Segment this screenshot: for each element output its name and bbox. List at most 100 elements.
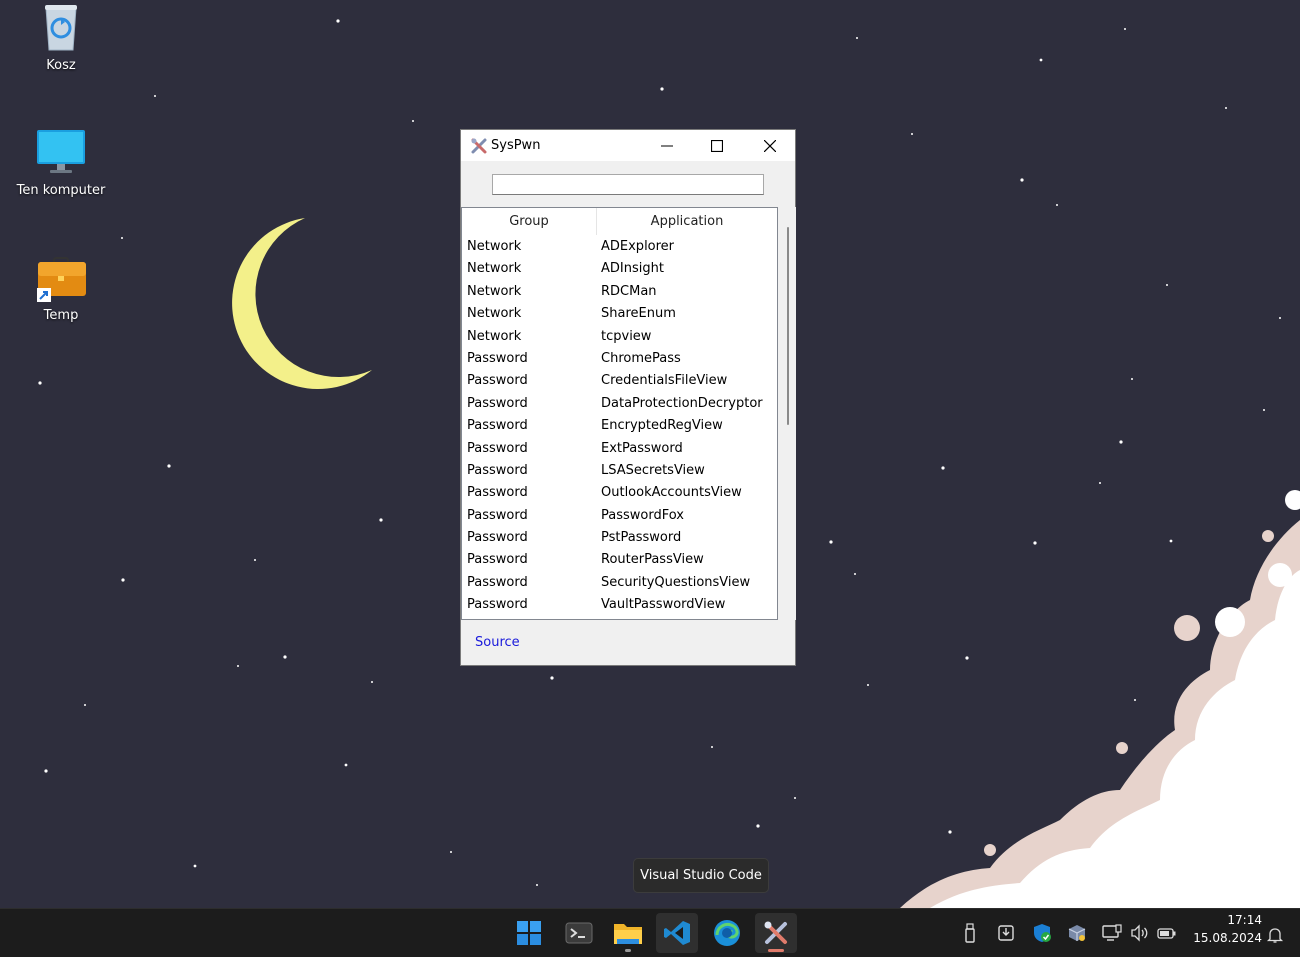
desktop-icon-recycle-bin[interactable]: Kosz: [16, 2, 106, 74]
clock-date: 15.08.2024: [1193, 931, 1262, 945]
scrollbar-thumb[interactable]: [787, 227, 789, 425]
title-bar[interactable]: SysPwn: [461, 130, 795, 161]
syspwn-icon: [470, 137, 488, 155]
defender-icon[interactable]: [1032, 923, 1052, 943]
list-header: Group Application: [462, 208, 777, 235]
taskbar-terminal[interactable]: [558, 913, 600, 953]
download-icon[interactable]: [996, 923, 1016, 943]
system-clock[interactable]: 17:14 15.08.2024: [1186, 911, 1262, 947]
list-item[interactable]: Network ADInsight: [462, 258, 777, 280]
group-cell: Password: [467, 552, 528, 568]
syspwn-window: SysPwn Group Application Network ADExplor…: [460, 129, 796, 666]
start-button[interactable]: [508, 913, 550, 953]
taskbar-tooltip: Visual Studio Code: [633, 858, 769, 893]
recycle-bin-icon: [35, 2, 87, 54]
group-cell: Password: [467, 574, 528, 590]
usb-icon[interactable]: [960, 923, 980, 943]
application-list[interactable]: Group Application Network ADExplorer Netw…: [461, 207, 778, 620]
list-item[interactable]: Password OutlookAccountsView: [462, 482, 777, 504]
list-item[interactable]: Password CredentialsFileView: [462, 370, 777, 392]
desktop-icon-label: Kosz: [46, 58, 76, 73]
list-item[interactable]: Password ExtPassword: [462, 438, 777, 460]
package-icon[interactable]: [1067, 923, 1087, 943]
source-link[interactable]: Source: [475, 635, 520, 650]
battery-icon[interactable]: [1157, 923, 1177, 943]
column-header-group[interactable]: Group: [462, 208, 597, 235]
maximize-icon: [711, 139, 723, 152]
group-cell: Network: [467, 239, 522, 254]
group-cell: Password: [467, 395, 528, 411]
application-cell: SecurityQuestionsView: [601, 574, 751, 590]
notification-bell-icon[interactable]: [1266, 926, 1284, 948]
list-item[interactable]: Password VaultPasswordView: [462, 594, 777, 616]
group-cell: Network: [467, 328, 522, 344]
group-cell: Password: [467, 440, 528, 456]
clock-time: 17:14: [1227, 913, 1262, 927]
desktop-icon-this-pc[interactable]: Ten komputer: [16, 127, 106, 199]
network-icon[interactable]: [1102, 923, 1122, 943]
list-item[interactable]: Password LSASecretsView: [462, 460, 777, 482]
running-indicator: [625, 949, 631, 952]
volume-icon[interactable]: [1130, 923, 1150, 943]
application-cell: tcpview: [601, 328, 652, 344]
file-explorer-icon: [614, 924, 642, 944]
application-cell: VaultPasswordView: [601, 597, 726, 613]
list-item[interactable]: Password ChromePass: [462, 348, 777, 370]
list-rows: Network ADExplorer Network ADInsight Netwo…: [462, 236, 777, 617]
list-item[interactable]: Password SecurityQuestionsView: [462, 572, 777, 594]
syspwn-icon: [764, 921, 787, 944]
list-item[interactable]: Password RouterPassView: [462, 549, 777, 571]
group-cell: Network: [467, 283, 522, 299]
window-title: SysPwn: [491, 138, 541, 153]
application-cell: RDCMan: [601, 283, 657, 299]
active-indicator: [768, 949, 784, 952]
group-cell: Password: [467, 485, 528, 501]
group-cell: Network: [467, 261, 522, 277]
taskbar-syspwn[interactable]: [755, 913, 797, 953]
folder-shortcut-icon: [35, 252, 87, 304]
application-cell: RouterPassView: [601, 552, 704, 568]
taskbar-file-explorer[interactable]: [607, 913, 649, 953]
list-item[interactable]: Password DataProtectionDecryptor: [462, 393, 777, 415]
group-cell: Password: [467, 507, 528, 523]
application-cell: ExtPassword: [601, 440, 683, 456]
application-cell: ShareEnum: [601, 306, 676, 322]
application-cell: PstPassword: [601, 530, 682, 546]
list-item[interactable]: Network ShareEnum: [462, 303, 777, 325]
application-cell: PasswordFox: [601, 507, 684, 523]
edge-icon: [714, 920, 740, 946]
group-cell: Password: [467, 462, 528, 478]
group-cell: Password: [467, 597, 528, 613]
group-cell: Password: [467, 373, 528, 389]
list-item[interactable]: Password PasswordFox: [462, 505, 777, 527]
list-item[interactable]: Network ADExplorer: [462, 236, 777, 258]
list-item[interactable]: Password PstPassword: [462, 527, 777, 549]
minimize-icon: [661, 145, 673, 146]
application-cell: ADExplorer: [601, 239, 675, 254]
maximize-button[interactable]: [692, 130, 742, 161]
search-input[interactable]: [492, 174, 764, 195]
close-icon: [764, 139, 776, 152]
application-cell: LSASecretsView: [601, 462, 705, 478]
application-cell: ADInsight: [601, 261, 664, 277]
taskbar-vscode[interactable]: [656, 913, 698, 953]
application-cell: ChromePass: [601, 350, 681, 366]
vscode-icon: [664, 921, 690, 945]
application-cell: DataProtectionDecryptor: [601, 395, 763, 411]
desktop-icon-label: Temp: [43, 308, 79, 323]
taskbar: 17:14 15.08.2024: [0, 908, 1300, 957]
list-item[interactable]: Network tcpview: [462, 326, 777, 348]
application-cell: EncryptedRegView: [601, 418, 723, 434]
monitor-icon: [35, 127, 87, 179]
desktop-icon-temp[interactable]: Temp: [16, 252, 106, 324]
group-cell: Network: [467, 306, 522, 322]
taskbar-edge[interactable]: [706, 913, 748, 953]
close-button[interactable]: [745, 130, 795, 161]
group-cell: Password: [467, 418, 528, 434]
minimize-button[interactable]: [642, 130, 692, 161]
list-item[interactable]: Network RDCMan: [462, 281, 777, 303]
application-cell: CredentialsFileView: [601, 373, 728, 389]
column-header-application[interactable]: Application: [597, 208, 777, 235]
list-item[interactable]: Password EncryptedRegView: [462, 415, 777, 437]
terminal-icon: [565, 922, 593, 944]
